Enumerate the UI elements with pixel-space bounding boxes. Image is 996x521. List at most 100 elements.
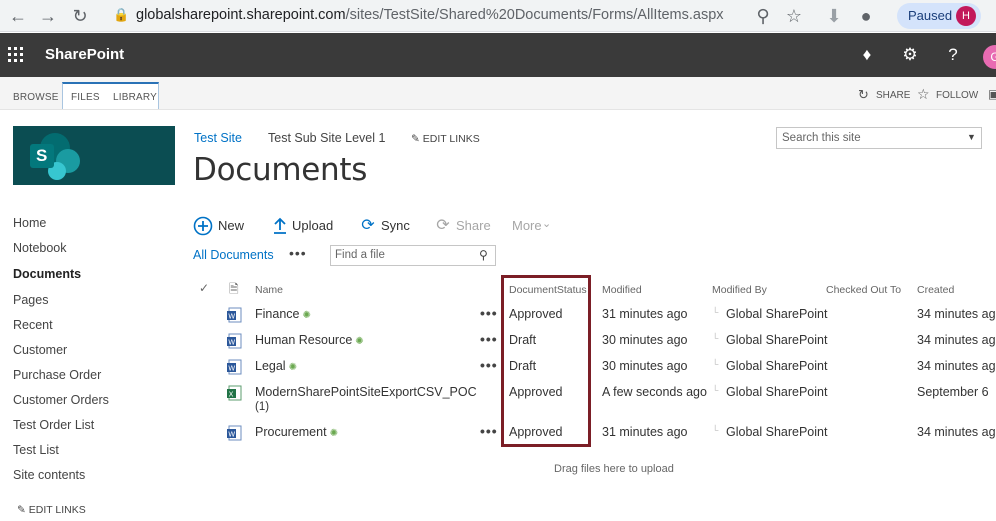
svg-text:W: W [228, 431, 235, 439]
pencil-icon: ✎ [17, 504, 26, 516]
sync-label: Sync [381, 218, 410, 233]
find-file-input[interactable]: Find a file ⚲ [330, 245, 496, 266]
paused-label: Paused [908, 8, 953, 23]
search-site-input[interactable]: Search this site ▼ [776, 127, 982, 149]
svg-text:W: W [228, 365, 235, 373]
nav-customer[interactable]: Customer [13, 343, 67, 357]
profile-paused-button[interactable]: Paused H [897, 3, 981, 29]
site-logo[interactable]: S [13, 126, 175, 185]
row-name[interactable]: Human Resource ✺ [255, 333, 364, 347]
row-name[interactable]: Procurement ✺ [255, 425, 338, 439]
presence-icon: └ [712, 425, 719, 435]
extension-circle-icon[interactable]: ● [854, 4, 878, 28]
row-created: 34 minutes ago [917, 425, 996, 439]
presence-icon: └ [712, 359, 719, 369]
reload-icon[interactable]: ↻ [68, 4, 92, 28]
select-all-check-icon[interactable]: ✓ [199, 281, 209, 295]
follow-star-icon: ☆ [917, 86, 930, 102]
row-ellipsis-menu[interactable]: ••• [480, 357, 498, 373]
topnav-edit-links-label: EDIT LINKS [422, 133, 480, 145]
share-action[interactable]: SHARE [876, 90, 910, 101]
row-name[interactable]: ModernSharePointSiteExportCSV_POC [255, 385, 477, 399]
extension-download-icon[interactable]: ⬇ [822, 4, 846, 28]
follow-action[interactable]: FOLLOW [936, 90, 978, 101]
topnav-sub-site[interactable]: Test Sub Site Level 1 [268, 131, 385, 145]
brand-label[interactable]: SharePoint [45, 46, 124, 63]
share-button[interactable]: ⟳ Share [433, 216, 491, 236]
upload-button[interactable]: Upload [270, 216, 334, 236]
row-modified-by[interactable]: Global SharePoint [726, 333, 827, 347]
share-label: Share [456, 218, 491, 233]
left-edit-links-label: EDIT LINKS [28, 504, 86, 516]
row-modified: 31 minutes ago [602, 307, 688, 321]
svg-text:W: W [228, 313, 235, 321]
back-icon[interactable]: ← [6, 4, 30, 28]
nav-purchase-order[interactable]: Purchase Order [13, 368, 101, 382]
zoom-icon[interactable]: ⚲ [751, 4, 775, 28]
presence-icon: └ [712, 307, 719, 317]
presence-icon: └ [712, 333, 719, 343]
col-header-checked-out-to[interactable]: Checked Out To [826, 284, 901, 296]
topnav-test-site[interactable]: Test Site [194, 131, 242, 145]
col-header-name[interactable]: Name [255, 284, 283, 296]
doc-type-header-icon: 🗎 [229, 282, 239, 296]
pencil-icon: ✎ [411, 133, 420, 145]
new-label: New [218, 218, 245, 233]
tab-browse[interactable]: BROWSE [13, 92, 59, 103]
row-ellipsis-menu[interactable]: ••• [480, 305, 498, 321]
upload-label: Upload [292, 218, 334, 233]
row-modified-by[interactable]: Global SharePoint [726, 385, 827, 399]
word-doc-icon: W [227, 359, 242, 375]
view-more-ellipsis[interactable]: ••• [289, 245, 307, 261]
row-ellipsis-menu[interactable]: ••• [480, 331, 498, 347]
left-edit-links[interactable]: ✎ EDIT LINKS [17, 504, 86, 516]
topnav-edit-links[interactable]: ✎ EDIT LINKS [411, 133, 480, 145]
row-created: 34 minutes ago [917, 307, 996, 321]
row-modified-by[interactable]: Global SharePoint [726, 307, 827, 321]
nav-test-list[interactable]: Test List [13, 443, 59, 457]
user-avatar[interactable]: G [983, 45, 996, 69]
tab-files[interactable]: FILES [71, 92, 100, 103]
row-modified-by[interactable]: Global SharePoint [726, 359, 827, 373]
browser-toolbar: ← → ↻ 🔒 globalsharepoint.sharepoint.com/… [0, 0, 996, 32]
ribbon: BROWSE FILES LIBRARY ↻ SHARE ☆ FOLLOW ▣ [0, 77, 996, 110]
row-modified: 30 minutes ago [602, 333, 688, 347]
url-text: globalsharepoint.sharepoint.com/sites/Te… [136, 7, 724, 23]
search-scope-chevron-icon[interactable]: ▼ [967, 132, 976, 142]
row-name[interactable]: Legal ✺ [255, 359, 297, 373]
search-icon[interactable]: ⚲ [479, 248, 488, 262]
app-launcher-icon[interactable] [8, 47, 24, 63]
nav-recent[interactable]: Recent [13, 318, 53, 332]
sync-button[interactable]: ⟳ Sync [358, 216, 410, 236]
col-header-modified[interactable]: Modified [602, 284, 642, 296]
view-all-documents[interactable]: All Documents [193, 248, 274, 262]
col-header-modified-by[interactable]: Modified By [712, 284, 767, 296]
settings-gear-icon[interactable]: ⚙ [898, 43, 922, 67]
bookmark-star-icon[interactable]: ☆ [782, 4, 806, 28]
notifications-icon[interactable]: ♦ [855, 43, 879, 67]
nav-site-contents[interactable]: Site contents [13, 468, 85, 482]
row-name[interactable]: Finance ✺ [255, 307, 311, 321]
row-modified: A few seconds ago [602, 385, 707, 399]
tab-library[interactable]: LIBRARY [113, 92, 157, 103]
row-ellipsis-menu[interactable]: ••• [480, 423, 498, 439]
word-doc-icon: W [227, 425, 242, 441]
sync-icon: ⟳ [361, 217, 375, 234]
nav-customer-orders[interactable]: Customer Orders [13, 393, 109, 407]
nav-test-order-list[interactable]: Test Order List [13, 418, 94, 432]
forward-icon[interactable]: → [36, 4, 60, 28]
row-created: 34 minutes ago [917, 359, 996, 373]
col-header-created[interactable]: Created [917, 284, 954, 296]
new-item-icon: ✺ [329, 428, 338, 439]
new-button[interactable]: New [193, 216, 245, 236]
nav-notebook[interactable]: Notebook [13, 241, 67, 255]
nav-pages[interactable]: Pages [13, 293, 48, 307]
nav-documents[interactable]: Documents [13, 267, 81, 281]
focus-content-icon[interactable]: ▣ [988, 87, 996, 101]
help-icon[interactable]: ? [941, 43, 965, 67]
drop-zone-hint: Drag files here to upload [554, 463, 674, 475]
row-modified-by[interactable]: Global SharePoint [726, 425, 827, 439]
more-button[interactable]: More ⌄ [512, 216, 562, 236]
add-circle-icon [193, 216, 213, 236]
nav-home[interactable]: Home [13, 216, 46, 230]
